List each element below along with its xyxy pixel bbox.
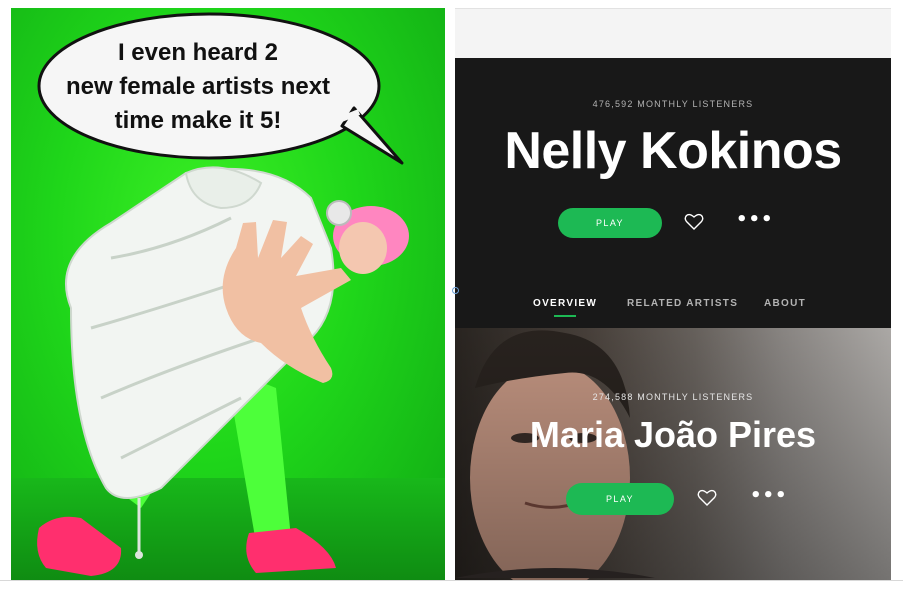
caption-line: new female artists next [65,73,331,100]
artist-tabs: OVERVIEW RELATED ARTISTS ABOUT [455,298,891,318]
more-options-icon[interactable]: ••• [736,209,774,230]
artist-name: Maria João Pires [529,414,817,455]
meme-photo: I even heard 2 new female artists next t… [11,8,445,580]
play-button[interactable]: PLAY [566,483,674,515]
monthly-listeners: 476,592 MONTHLY LISTENERS [592,99,754,109]
speech-bubble-text: I even heard 2 new female artists next t… [33,36,363,138]
play-button[interactable]: PLAY [558,208,662,238]
artist-name: Nelly Kokinos [504,122,842,180]
caption-line: I even heard 2 [117,39,279,66]
heart-icon[interactable] [697,489,717,511]
monthly-listeners: 274,588 MONTHLY LISTENERS [592,392,754,402]
tab-overview[interactable]: OVERVIEW [533,298,597,309]
tab-related-artists[interactable]: RELATED ARTISTS [627,298,738,309]
artist-header-maria: 274,588 MONTHLY LISTENERS Maria João Pir… [455,328,891,580]
more-options-icon[interactable]: ••• [750,485,788,506]
resize-handle[interactable] [452,287,459,294]
heart-icon[interactable] [684,213,704,235]
active-tab-indicator [554,315,576,317]
tab-about[interactable]: ABOUT [764,298,806,309]
artist-header-nelly: 476,592 MONTHLY LISTENERS Nelly Kokinos … [455,58,891,328]
top-bar [455,8,891,59]
divider [0,580,903,581]
caption-line: time make it 5! [114,107,282,134]
